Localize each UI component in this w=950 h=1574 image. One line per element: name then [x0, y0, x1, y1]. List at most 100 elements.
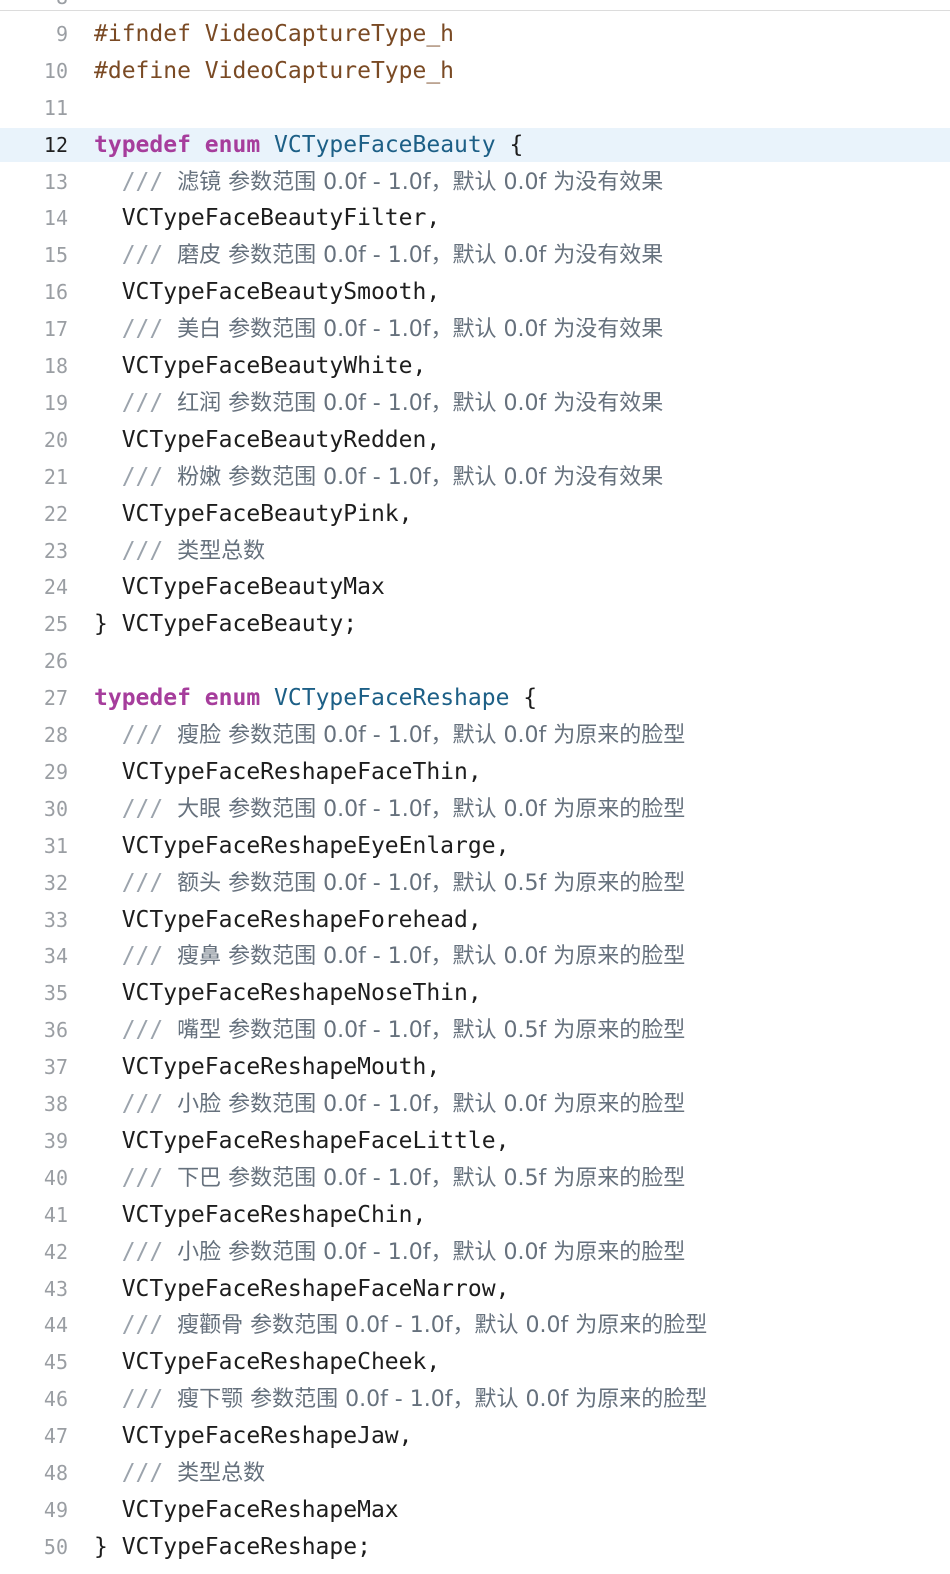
- token-keyword: typedef: [94, 131, 191, 158]
- token-comment: 下巴 参数范围 0.0f - 1.0f，默认 0.5f 为原来的脸型: [177, 1165, 686, 1191]
- code-line[interactable]: 32 /// 额头 参数范围 0.0f - 1.0f，默认 0.5f 为原来的脸…: [0, 866, 950, 900]
- token-plain: VCTypeFaceBeautyPink,: [94, 500, 413, 527]
- code-line[interactable]: 10 #define VideoCaptureType_h: [0, 54, 950, 88]
- token-comment-mark: ///: [121, 1091, 178, 1117]
- token-comment: 大眼 参数范围 0.0f - 1.0f，默认 0.0f 为原来的脸型: [177, 796, 686, 822]
- code-line[interactable]: 17 /// 美白 参数范围 0.0f - 1.0f，默认 0.0f 为没有效果: [0, 312, 950, 346]
- code-line[interactable]: 30 /// 大眼 参数范围 0.0f - 1.0f，默认 0.0f 为原来的脸…: [0, 792, 950, 826]
- code-editor[interactable]: 8 9 #ifndef VideoCaptureType_h 10 #define Vi…: [0, 0, 950, 1574]
- line-code: VCTypeFaceReshapeNoseThin,: [94, 976, 482, 1010]
- code-line[interactable]: 22 VCTypeFaceBeautyPink,: [0, 497, 950, 531]
- line-number: 26: [43, 649, 68, 674]
- code-line[interactable]: 42 /// 小脸 参数范围 0.0f - 1.0f，默认 0.0f 为原来的脸…: [0, 1235, 950, 1269]
- line-code: VCTypeFaceBeautyMax: [94, 570, 385, 604]
- line-number: 22: [43, 501, 68, 526]
- code-line[interactable]: 19 /// 红润 参数范围 0.0f - 1.0f，默认 0.0f 为没有效果: [0, 386, 950, 420]
- token-keyword: typedef: [94, 685, 191, 712]
- line-number: 13: [43, 169, 68, 194]
- line-number: 24: [43, 575, 68, 600]
- line-number: 35: [43, 981, 68, 1006]
- line-code: VCTypeFaceBeautyPink,: [94, 497, 413, 531]
- line-code: /// 美白 参数范围 0.0f - 1.0f，默认 0.0f 为没有效果: [94, 312, 664, 347]
- line-number: 27: [43, 686, 68, 711]
- line-code: VCTypeFaceReshapeCheek,: [94, 1345, 441, 1379]
- token-comment-mark: ///: [121, 242, 178, 269]
- code-line[interactable]: 48 /// 类型总数: [0, 1456, 950, 1490]
- code-line[interactable]: 35 VCTypeFaceReshapeNoseThin,: [0, 976, 950, 1010]
- token-comment: 瘦鼻 参数范围 0.0f - 1.0f，默认 0.0f 为原来的脸型: [177, 944, 686, 970]
- line-number: 18: [43, 354, 68, 378]
- code-line[interactable]: 49 VCTypeFaceReshapeMax: [0, 1493, 950, 1527]
- token-plain: } VCTypeFaceBeauty;: [94, 611, 358, 638]
- token-plain: VCTypeFaceBeautyWhite,: [94, 353, 427, 379]
- code-line[interactable]: 20 VCTypeFaceBeautyRedden,: [0, 423, 950, 457]
- code-line[interactable]: 34 /// 瘦鼻 参数范围 0.0f - 1.0f，默认 0.0f 为原来的脸…: [0, 939, 950, 973]
- token-plain: VCTypeFaceReshapeMax: [94, 1496, 399, 1523]
- line-code: VCTypeFaceReshapeJaw,: [94, 1419, 413, 1453]
- code-line[interactable]: 14 VCTypeFaceBeautyFilter,: [0, 201, 950, 235]
- token-comment: 滤镜 参数范围 0.0f - 1.0f，默认 0.0f 为没有效果: [177, 169, 664, 195]
- token-comment: 小脸 参数范围 0.0f - 1.0f，默认 0.0f 为原来的脸型: [177, 1092, 686, 1117]
- code-line[interactable]: 29 VCTypeFaceReshapeFaceThin,: [0, 755, 950, 789]
- line-number: 41: [43, 1202, 68, 1227]
- line-number: 46: [43, 1387, 68, 1412]
- code-line[interactable]: 31 VCTypeFaceReshapeEyeEnlarge,: [0, 829, 950, 863]
- code-line[interactable]: 26: [0, 644, 950, 678]
- line-code: /// 红润 参数范围 0.0f - 1.0f，默认 0.0f 为没有效果: [94, 386, 664, 421]
- line-number: 36: [43, 1018, 68, 1043]
- line-code: } VCTypeFaceBeauty;: [94, 607, 357, 641]
- code-line[interactable]: 18 VCTypeFaceBeautyWhite,: [0, 349, 950, 383]
- line-number: 20: [43, 427, 68, 452]
- code-line[interactable]: 13 /// 滤镜 参数范围 0.0f - 1.0f，默认 0.0f 为没有效果: [0, 165, 950, 199]
- token-plain: {: [509, 685, 538, 712]
- code-line[interactable]: 9 #ifndef VideoCaptureType_h: [0, 17, 950, 51]
- code-line[interactable]: 40 /// 下巴 参数范围 0.0f - 1.0f，默认 0.5f 为原来的脸…: [0, 1161, 950, 1195]
- code-line[interactable]: 16 VCTypeFaceBeautySmooth,: [0, 275, 950, 309]
- code-line[interactable]: 51: [0, 1567, 950, 1574]
- line-number: 44: [43, 1313, 68, 1338]
- token-plain: VCTypeFaceReshapeCheek,: [94, 1349, 441, 1376]
- line-code: VCTypeFaceBeautyRedden,: [94, 423, 441, 457]
- token-keyword: enum: [204, 131, 261, 158]
- code-line[interactable]: 33 VCTypeFaceReshapeForehead,: [0, 903, 950, 937]
- code-line[interactable]: 36 /// 嘴型 参数范围 0.0f - 1.0f，默认 0.5f 为原来的脸…: [0, 1013, 950, 1047]
- code-line[interactable]: 21 /// 粉嫩 参数范围 0.0f - 1.0f，默认 0.0f 为没有效果: [0, 460, 950, 494]
- line-number: 34: [43, 944, 68, 969]
- code-line[interactable]: 43 VCTypeFaceReshapeFaceNarrow,: [0, 1272, 950, 1306]
- code-line[interactable]: 27 typedef enum VCTypeFaceReshape {: [0, 681, 950, 715]
- line-number: 16: [43, 280, 68, 305]
- code-line[interactable]: 47 VCTypeFaceReshapeJaw,: [0, 1419, 950, 1453]
- code-line[interactable]: 11: [0, 91, 950, 125]
- code-line[interactable]: 41 VCTypeFaceReshapeChin,: [0, 1198, 950, 1232]
- line-code: VCTypeFaceReshapeForehead,: [94, 903, 482, 937]
- code-line[interactable]: 50} VCTypeFaceReshape;: [0, 1530, 950, 1564]
- code-line[interactable]: 24 VCTypeFaceBeautyMax: [0, 570, 950, 604]
- code-line[interactable]: 45 VCTypeFaceReshapeCheek,: [0, 1345, 950, 1379]
- code-line[interactable]: 37 VCTypeFaceReshapeMouth,: [0, 1050, 950, 1084]
- code-line[interactable]: 15 /// 磨皮 参数范围 0.0f - 1.0f，默认 0.0f 为没有效果: [0, 238, 950, 272]
- token-comment-mark: ///: [121, 537, 178, 564]
- code-line[interactable]: 38 /// 小脸 参数范围 0.0f - 1.0f，默认 0.0f 为原来的脸…: [0, 1087, 950, 1121]
- code-line[interactable]: 28 /// 瘦脸 参数范围 0.0f - 1.0f，默认 0.0f 为原来的脸…: [0, 718, 950, 752]
- line-number: 49: [43, 1497, 68, 1522]
- line-number: 38: [43, 1092, 68, 1116]
- line-number: 51: [0, 1567, 68, 1574]
- code-line[interactable]: 44 /// 瘦颧骨 参数范围 0.0f - 1.0f，默认 0.0f 为原来的…: [0, 1308, 950, 1342]
- line-number: 31: [43, 833, 68, 858]
- code-line[interactable]: 23 /// 类型总数: [0, 534, 950, 568]
- code-line[interactable]: 25} VCTypeFaceBeauty;: [0, 607, 950, 641]
- token-comment: 瘦下颚 参数范围 0.0f - 1.0f，默认 0.0f 为原来的脸型: [177, 1387, 708, 1413]
- line-number: 50: [43, 1534, 68, 1559]
- line-number: 43: [43, 1276, 68, 1301]
- code-line[interactable]: 8: [0, 0, 950, 14]
- code-line-current[interactable]: 12 typedef enum VCTypeFaceBeauty {: [0, 127, 950, 162]
- code-line[interactable]: 46 /// 瘦下颚 参数范围 0.0f - 1.0f，默认 0.0f 为原来的…: [0, 1382, 950, 1416]
- code-line[interactable]: 39 VCTypeFaceReshapeFaceLittle,: [0, 1124, 950, 1158]
